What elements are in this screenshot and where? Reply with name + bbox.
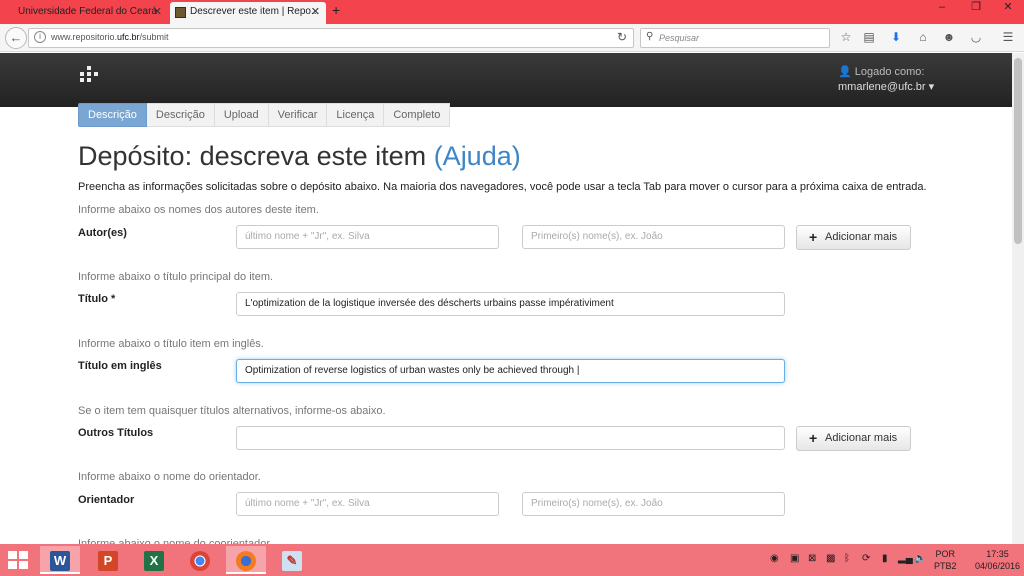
- author-first-name-input[interactable]: Primeiro(s) nome(s), ex. João: [522, 225, 785, 249]
- tray-update-icon[interactable]: ⟳: [862, 553, 870, 564]
- excel-icon[interactable]: X: [134, 546, 174, 574]
- url-text: www.repositorio.ufc.br/submit: [51, 32, 169, 42]
- step-completo[interactable]: Completo: [384, 103, 451, 127]
- logged-label: Logado como:: [854, 66, 925, 78]
- reading-list-icon[interactable]: ▤: [861, 30, 877, 44]
- title-en-hint: Informe abaixo o título item em inglês.: [78, 338, 264, 350]
- add-author-button[interactable]: + Adicionar mais: [796, 225, 911, 250]
- authors-label: Autor(es): [78, 227, 127, 239]
- step-verificar[interactable]: Verificar: [268, 103, 328, 127]
- tab-ufc[interactable]: Universidade Federal do Ceará ✕: [0, 2, 168, 24]
- close-tab-icon[interactable]: ✕: [311, 2, 320, 22]
- title-label: Título *: [78, 293, 116, 305]
- help-link[interactable]: (Ajuda): [434, 141, 521, 171]
- repository-favicon-icon: [175, 7, 186, 18]
- reload-icon[interactable]: ↻: [617, 30, 627, 44]
- word-icon[interactable]: W: [40, 546, 80, 574]
- other-titles-label: Outros Títulos: [78, 427, 154, 439]
- title-input[interactable]: L'optimization de la logistique inversée…: [236, 292, 785, 316]
- powerpoint-icon[interactable]: P: [88, 546, 128, 574]
- intro-text: Preencha as informações solicitadas sobr…: [78, 181, 927, 193]
- caret-down-icon: ▾: [928, 81, 935, 93]
- search-bar[interactable]: ⚲ Pesquisar: [640, 28, 830, 48]
- new-tab-icon[interactable]: +: [332, 2, 340, 18]
- step-descricao-1[interactable]: Descrição: [78, 103, 147, 127]
- tab-title: Universidade Federal do Ceará: [18, 6, 157, 17]
- title-hint: Informe abaixo o título principal do ite…: [78, 271, 274, 283]
- tray-app-icon[interactable]: ▩: [826, 553, 835, 564]
- advisor-label: Orientador: [78, 494, 135, 506]
- dspace-logo-icon[interactable]: [80, 66, 98, 84]
- language-indicator[interactable]: POR PTB2: [934, 548, 957, 572]
- add-other-title-button[interactable]: + Adicionar mais: [796, 426, 911, 451]
- author-last-name-input[interactable]: último nome + "Jr", ex. Silva: [236, 225, 499, 249]
- search-icon: ⚲: [646, 31, 654, 42]
- download-icon[interactable]: ⬇: [888, 30, 904, 44]
- firefox-icon[interactable]: [226, 546, 266, 574]
- minimize-icon[interactable]: –: [932, 0, 952, 14]
- search-placeholder: Pesquisar: [659, 33, 700, 43]
- maximize-icon[interactable]: ❐: [966, 0, 986, 14]
- browser-nav-bar: ← i www.repositorio.ufc.br/submit ↻ ⚲ Pe…: [0, 24, 1024, 52]
- authors-hint: Informe abaixo os nomes dos autores dest…: [78, 204, 319, 216]
- close-tab-icon[interactable]: ✕: [153, 2, 162, 22]
- advisor-hint: Informe abaixo o nome do orientador.: [78, 471, 261, 483]
- bookmark-star-icon[interactable]: ☆: [838, 30, 854, 44]
- step-upload[interactable]: Upload: [214, 103, 269, 127]
- tray-chrome-icon[interactable]: ◉: [770, 553, 779, 564]
- chrome-icon[interactable]: [180, 546, 220, 574]
- menu-icon[interactable]: ☰: [1000, 30, 1016, 44]
- submission-steps: Descrição Descrição Upload Verificar Lic…: [78, 103, 451, 127]
- tray-security-icon[interactable]: ▣: [790, 553, 799, 564]
- chat-icon[interactable]: ☻: [941, 30, 957, 44]
- url-bar[interactable]: i www.repositorio.ufc.br/submit ↻: [28, 28, 634, 48]
- advisor-first-name-input[interactable]: Primeiro(s) nome(s), ex. João: [522, 492, 785, 516]
- pocket-icon[interactable]: ◡: [968, 30, 984, 44]
- windows-taskbar: W P X ✎: [0, 544, 1024, 576]
- home-icon[interactable]: ⌂: [915, 30, 931, 44]
- browser-tab-bar: Universidade Federal do Ceará ✕ Descreve…: [0, 0, 1024, 24]
- other-titles-hint: Se o item tem quaisquer títulos alternat…: [78, 405, 386, 417]
- user-icon: 👤: [838, 66, 852, 78]
- system-clock[interactable]: 17:35 04/06/2016: [975, 548, 1020, 572]
- page-title: Depósito: descreva este item (Ajuda): [78, 141, 521, 171]
- plus-icon: +: [809, 430, 818, 446]
- volume-icon[interactable]: 🔈: [914, 553, 926, 564]
- user-menu[interactable]: 👤 Logado como: mmarlene@ufc.br ▾: [838, 65, 934, 95]
- title-en-label: Título em inglês: [78, 360, 162, 372]
- back-arrow-icon[interactable]: ←: [5, 27, 27, 49]
- windows-start-icon[interactable]: [8, 551, 28, 569]
- tab-title: Descrever este item | Repo...: [190, 6, 320, 17]
- paint-icon[interactable]: ✎: [272, 546, 312, 574]
- title-en-input[interactable]: Optimization of reverse logistics of urb…: [236, 359, 785, 383]
- bluetooth-icon[interactable]: ᛒ: [844, 553, 850, 564]
- other-titles-input[interactable]: [236, 426, 785, 450]
- scrollbar-thumb[interactable]: [1014, 58, 1022, 244]
- step-licenca[interactable]: Licença: [327, 103, 385, 127]
- step-descricao-2[interactable]: Descrição: [146, 103, 215, 127]
- tab-describe-item[interactable]: Descrever este item | Repo... ✕: [170, 2, 326, 24]
- signal-icon[interactable]: ▂▄: [898, 553, 913, 564]
- tray-network-icon[interactable]: ⊠: [808, 553, 816, 564]
- plus-icon: +: [809, 229, 818, 245]
- window-close-icon[interactable]: ✕: [996, 0, 1020, 14]
- user-email: mmarlene@ufc.br: [838, 81, 926, 93]
- info-icon[interactable]: i: [34, 31, 46, 43]
- advisor-last-name-input[interactable]: último nome + "Jr", ex. Silva: [236, 492, 499, 516]
- battery-icon[interactable]: ▮: [882, 553, 888, 564]
